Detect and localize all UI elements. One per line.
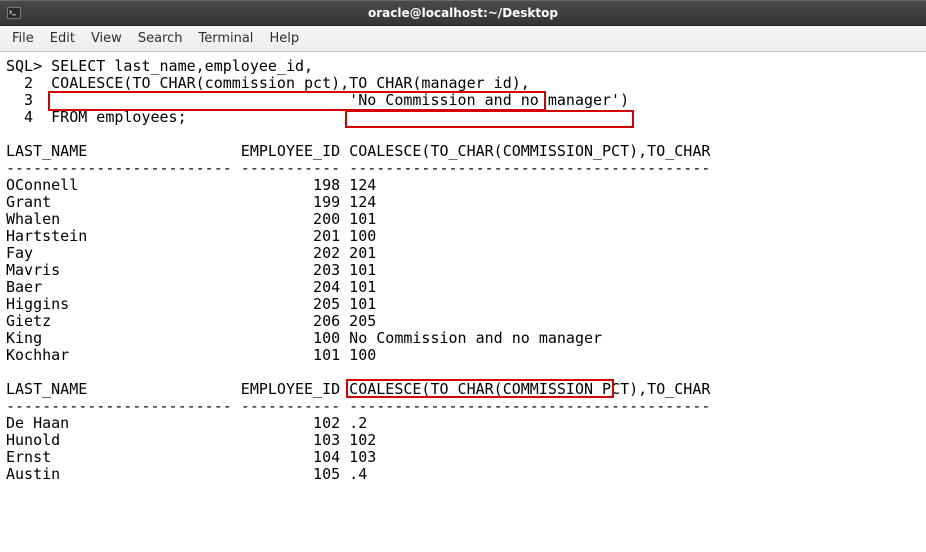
menubar: File Edit View Search Terminal Help (0, 26, 926, 52)
table-row: Austin 105 .4 (6, 466, 920, 483)
table-row: Whalen 200 101 (6, 211, 920, 228)
table-row: Baer 204 101 (6, 279, 920, 296)
menu-edit[interactable]: Edit (42, 28, 83, 49)
table-row: De Haan 102 .2 (6, 415, 920, 432)
query-line: 2 COALESCE(TO_CHAR(commission_pct),TO_CH… (6, 75, 920, 92)
menu-terminal[interactable]: Terminal (190, 28, 261, 49)
window-title: oracle@localhost:~/Desktop (0, 6, 926, 20)
table-row: Hartstein 201 100 (6, 228, 920, 245)
terminal-output[interactable]: SQL> SELECT last_name,employee_id, 2 COA… (0, 52, 926, 552)
result-header: LAST_NAME EMPLOYEE_ID COALESCE(TO_CHAR(C… (6, 143, 920, 160)
blank-line (6, 364, 920, 381)
table-row: Kochhar 101 100 (6, 347, 920, 364)
table-row: Mavris 203 101 (6, 262, 920, 279)
result-separator: ------------------------- ----------- --… (6, 160, 920, 177)
table-row: Higgins 205 101 (6, 296, 920, 313)
menu-view[interactable]: View (83, 28, 130, 49)
query-line: 3 'No Commission and no manager') (6, 92, 920, 109)
menu-search[interactable]: Search (130, 28, 191, 49)
window-titlebar: oracle@localhost:~/Desktop (0, 0, 926, 26)
table-row: OConnell 198 124 (6, 177, 920, 194)
table-row: Fay 202 201 (6, 245, 920, 262)
table-row: Grant 199 124 (6, 194, 920, 211)
query-line: 4 FROM employees; (6, 109, 920, 126)
result-separator: ------------------------- ----------- --… (6, 398, 920, 415)
table-row: King 100 No Commission and no manager (6, 330, 920, 347)
blank-line (6, 126, 920, 143)
query-line: SQL> SELECT last_name,employee_id, (6, 58, 920, 75)
result-header: LAST_NAME EMPLOYEE_ID COALESCE(TO_CHAR(C… (6, 381, 920, 398)
terminal-icon (6, 5, 22, 21)
menu-help[interactable]: Help (261, 28, 307, 49)
table-row: Hunold 103 102 (6, 432, 920, 449)
menu-file[interactable]: File (4, 28, 42, 49)
table-row: Ernst 104 103 (6, 449, 920, 466)
table-row: Gietz 206 205 (6, 313, 920, 330)
